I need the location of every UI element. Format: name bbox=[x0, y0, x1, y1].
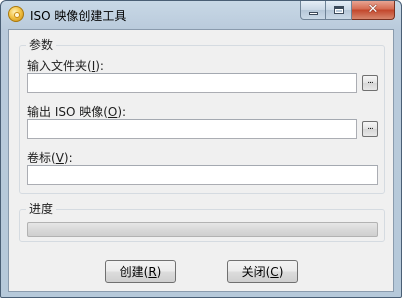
window-title: ISO 映像创建工具 bbox=[30, 9, 127, 23]
app-window: ISO 映像创建工具 ✕ 参数 输入文件夹(I): ... 输出 ISO 映像(… bbox=[0, 0, 402, 298]
progress-group: 进度 bbox=[19, 202, 385, 242]
dialog-body: 参数 输入文件夹(I): ... 输出 ISO 映像(O): ... 卷标(V)… bbox=[8, 29, 394, 292]
volume-label-field[interactable] bbox=[27, 165, 378, 185]
browse-input-folder-button[interactable]: ... bbox=[362, 75, 378, 91]
close-icon: ✕ bbox=[367, 2, 379, 17]
params-legend: 参数 bbox=[26, 38, 57, 52]
input-folder-field[interactable] bbox=[27, 73, 357, 93]
params-group: 参数 输入文件夹(I): ... 输出 ISO 映像(O): ... 卷标(V)… bbox=[19, 38, 385, 194]
create-button[interactable]: 创建(R) bbox=[105, 260, 176, 283]
output-iso-label: 输出 ISO 映像(O): bbox=[27, 105, 127, 119]
progress-legend: 进度 bbox=[26, 202, 57, 216]
volume-label: 卷标(V): bbox=[27, 151, 73, 165]
output-iso-field[interactable] bbox=[27, 119, 357, 139]
input-folder-label: 输入文件夹(I): bbox=[27, 59, 104, 73]
title-bar[interactable]: ISO 映像创建工具 ✕ bbox=[1, 1, 401, 29]
browse-output-iso-button[interactable]: ... bbox=[362, 121, 378, 137]
maximize-button[interactable] bbox=[326, 1, 352, 20]
disc-icon bbox=[8, 6, 24, 22]
progress-bar bbox=[27, 222, 378, 237]
maximize-icon bbox=[334, 6, 344, 14]
minimize-button[interactable] bbox=[300, 1, 326, 20]
caption-buttons: ✕ bbox=[300, 1, 395, 21]
minimize-icon bbox=[309, 12, 318, 15]
close-window-button[interactable]: ✕ bbox=[352, 1, 395, 20]
close-button[interactable]: 关闭(C) bbox=[227, 260, 298, 283]
